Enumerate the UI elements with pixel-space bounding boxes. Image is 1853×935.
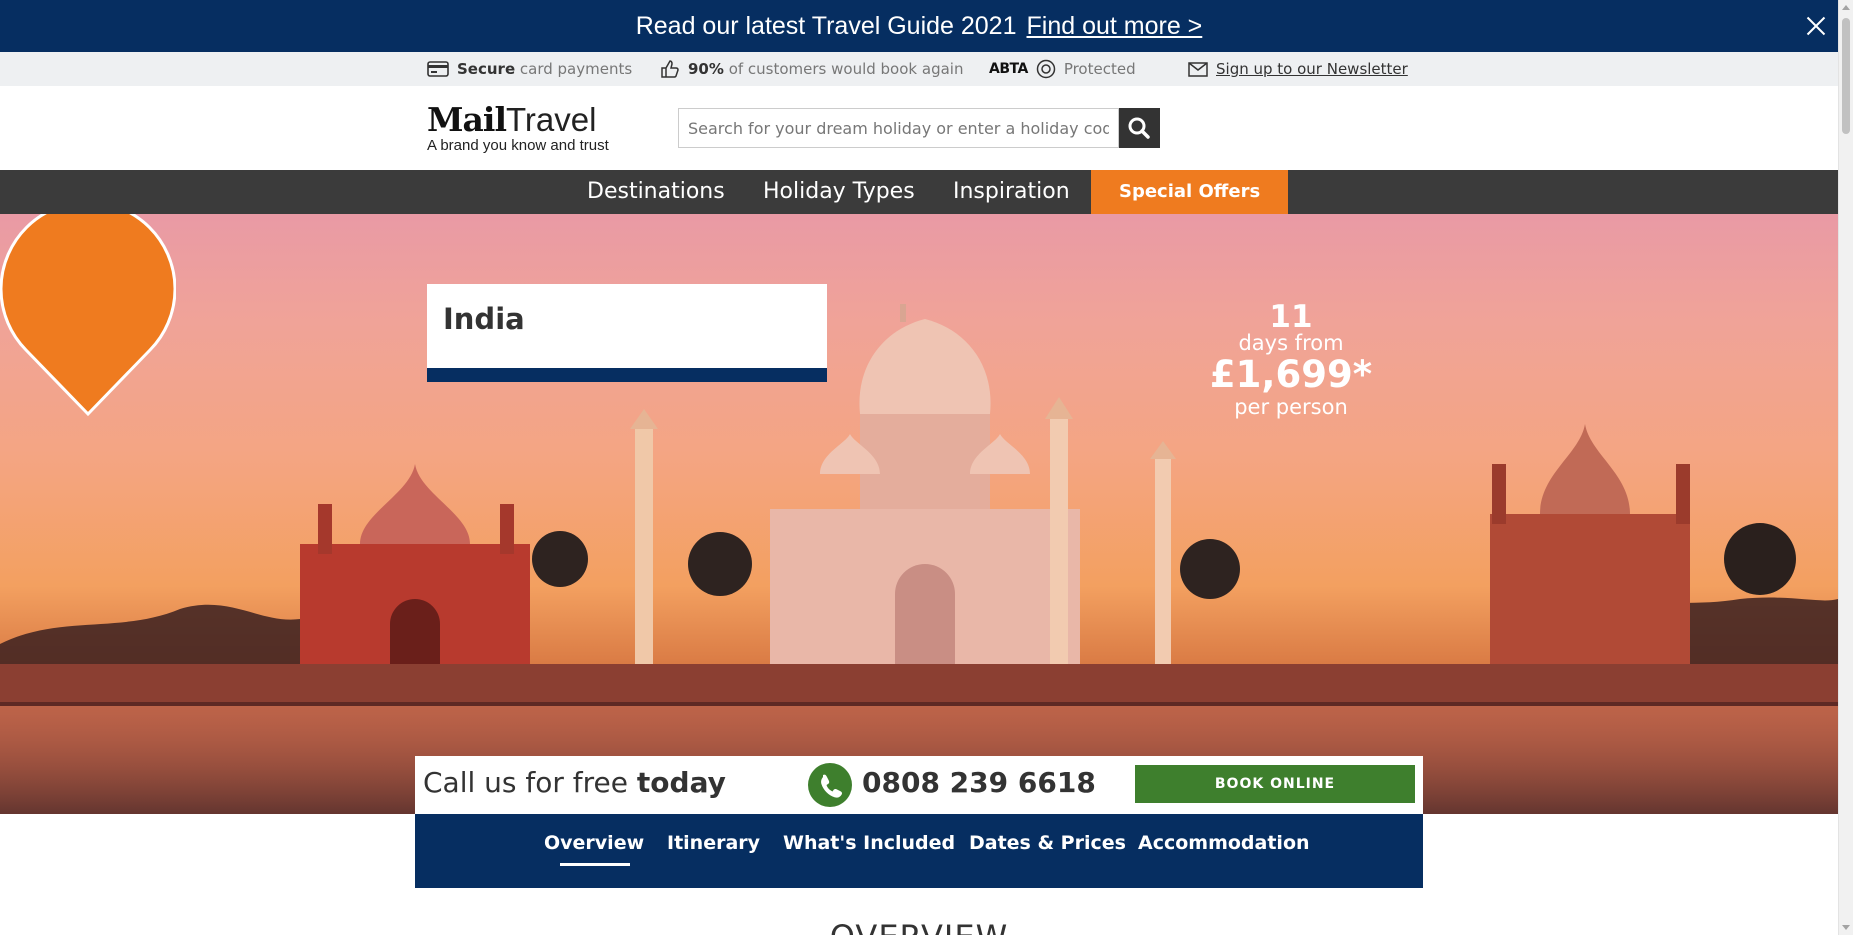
page-scrollbar[interactable] [1838,0,1853,935]
scrollbar-thumb[interactable] [1842,18,1850,134]
secure-rest: card payments [519,60,633,78]
envelope-icon [1188,61,1208,77]
customers-strong: 90% [688,60,724,78]
logo-tagline: A brand you know and trust [427,137,609,154]
call-prefix: Call us for free [423,766,629,799]
abta-protected: ABTA Protected [989,52,1136,86]
promo-link[interactable]: Find out more > [1027,12,1203,41]
newsletter-link[interactable]: Sign up to our Newsletter [1216,60,1408,78]
card-icon [427,61,449,77]
customers-rest: of customers would book again [728,60,964,78]
price-badge: 11 days from £1,699* per person [1203,299,1379,419]
scroll-up-icon[interactable] [1842,5,1850,10]
call-bar: Call us for free today 0808 239 6618 BOO… [415,756,1423,814]
promo-text: Read our latest Travel Guide 2021 [635,11,1017,40]
phone-icon [808,763,852,807]
customer-rating: 90% of customers would book again [660,52,963,86]
promo-banner: Read our latest Travel Guide 2021 Find o… [0,0,1838,52]
secure-payments: Secure card payments [427,52,632,86]
abta-logo: ABTA [989,61,1028,77]
holiday-tabs: Overview Itinerary What's Included Dates… [415,814,1423,888]
atol-icon [1036,59,1056,79]
nav-inspiration[interactable]: Inspiration [953,170,1070,214]
hero-banner: India 11 days from £1,699* per person [0,214,1838,814]
search-input[interactable] [678,108,1119,148]
section-heading: OVERVIEW [0,918,1838,935]
call-text: Call us for free today [423,766,726,799]
logo-brand-light: Travel [505,101,597,138]
hero-image-taj-mahal [0,304,1838,814]
main-nav: Destinations Holiday Types Inspiration S… [0,170,1838,214]
destination-title-card: India [427,284,827,382]
destination-title: India [443,302,525,336]
price-pin-icon [0,214,176,417]
scroll-down-icon[interactable] [1842,925,1850,930]
nav-destinations[interactable]: Destinations [587,170,725,214]
logo-brand-bold: Mail [427,100,507,139]
nav-special-offers[interactable]: Special Offers [1091,170,1289,214]
mail-travel-logo[interactable]: MailTravel A brand you know and trust [427,100,609,154]
price-days-label: days from [1238,331,1344,355]
tab-dates-prices[interactable]: Dates & Prices [969,832,1126,854]
tab-accommodation[interactable]: Accommodation [1138,832,1310,854]
phone-number[interactable]: 0808 239 6618 [862,766,1096,799]
close-icon[interactable] [1802,12,1830,40]
title-underline [427,368,827,382]
price-amount: £1,699* [1209,353,1373,396]
nav-holiday-types[interactable]: Holiday Types [763,170,915,214]
search-bar [678,108,1160,148]
search-icon [1128,117,1150,139]
search-button[interactable] [1119,108,1160,148]
price-days: 11 [1269,299,1313,335]
price-per-person: per person [1234,395,1348,419]
trust-bar: Secure card payments 90% of customers wo… [0,52,1838,86]
site-header: MailTravel A brand you know and trust [0,86,1838,170]
tab-overview[interactable]: Overview [544,832,644,866]
book-online-button[interactable]: BOOK ONLINE [1135,765,1415,803]
secure-strong: Secure [457,60,516,78]
tab-whats-included[interactable]: What's Included [783,832,955,854]
call-strong: today [636,766,726,799]
tab-itinerary[interactable]: Itinerary [667,832,760,854]
protected-label: Protected [1063,60,1136,78]
thumbs-up-icon [661,60,679,78]
newsletter-signup[interactable]: Sign up to our Newsletter [1188,52,1408,86]
